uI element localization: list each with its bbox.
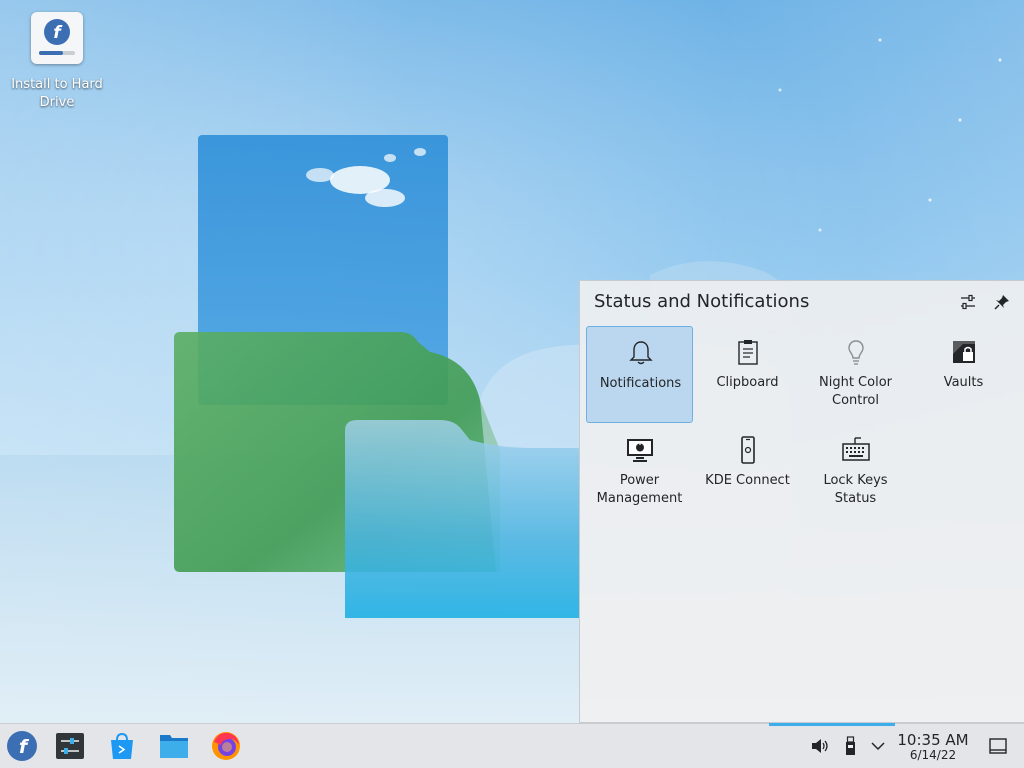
file-manager-icon <box>160 735 188 758</box>
volume-icon <box>812 739 828 753</box>
item-notifications[interactable]: Notifications <box>586 326 693 423</box>
taskbar-file-manager[interactable] <box>156 728 192 764</box>
item-lock-keys[interactable]: Lock Keys Status <box>802 424 909 521</box>
application-launcher[interactable]: f <box>4 728 40 764</box>
item-label: KDE Connect <box>705 473 790 488</box>
configure-icon <box>961 294 975 310</box>
fedora-installer-icon: f <box>31 12 83 64</box>
popup-title: Status and Notifications <box>594 291 810 312</box>
lightbulb-icon <box>847 340 864 365</box>
phone-icon <box>740 436 755 464</box>
chevron-down-icon <box>871 742 885 751</box>
item-label: Clipboard <box>716 375 779 390</box>
desktop-icon-label: Install to Hard Drive <box>11 77 103 110</box>
bell-icon <box>628 341 653 365</box>
taskbar-software-center[interactable] <box>104 728 140 764</box>
popup-header: Status and Notifications <box>580 281 1024 323</box>
software-center-icon <box>111 732 133 759</box>
item-label: Notifications <box>599 376 682 391</box>
taskbar: f 10:35 AM 6/14/22 <box>0 723 1024 768</box>
vault-icon <box>952 341 975 363</box>
fedora-logo-icon: f <box>7 731 37 761</box>
configure-button[interactable] <box>957 291 979 313</box>
tray-active-indicator <box>769 723 895 726</box>
desktop-icon-install[interactable]: f Install to Hard Drive <box>10 12 104 112</box>
firefox-icon <box>212 732 240 760</box>
monitor-power-icon <box>626 439 653 462</box>
item-clipboard[interactable]: Clipboard <box>694 326 801 423</box>
item-vaults[interactable]: Vaults <box>910 326 1017 423</box>
taskbar-system-settings[interactable] <box>52 728 88 764</box>
keyboard-icon <box>841 437 870 461</box>
tray-expand-button[interactable] <box>860 728 896 764</box>
system-settings-icon <box>56 733 84 759</box>
show-desktop-icon <box>989 738 1007 754</box>
usb-device-icon <box>846 736 855 755</box>
clock-time: 10:35 AM <box>897 731 969 749</box>
item-label: Vaults <box>943 375 984 390</box>
item-label: Power Management <box>596 473 683 506</box>
clipboard-icon <box>737 340 758 365</box>
status-notifications-popup: Status and Notifications Notifications C… <box>579 280 1024 723</box>
item-kde-connect[interactable]: KDE Connect <box>694 424 801 521</box>
item-label: Night Color Control <box>819 375 892 408</box>
taskbar-firefox[interactable] <box>208 728 244 764</box>
item-night-color[interactable]: Night Color Control <box>802 326 909 423</box>
installer-progress-fill <box>39 51 63 55</box>
pin-icon <box>994 295 1009 310</box>
item-label: Lock Keys Status <box>823 473 888 506</box>
pin-button[interactable] <box>991 291 1013 313</box>
item-power-management[interactable]: Power Management <box>586 424 693 521</box>
clock-date: 6/14/22 <box>909 748 957 762</box>
show-desktop-button[interactable] <box>980 728 1016 764</box>
